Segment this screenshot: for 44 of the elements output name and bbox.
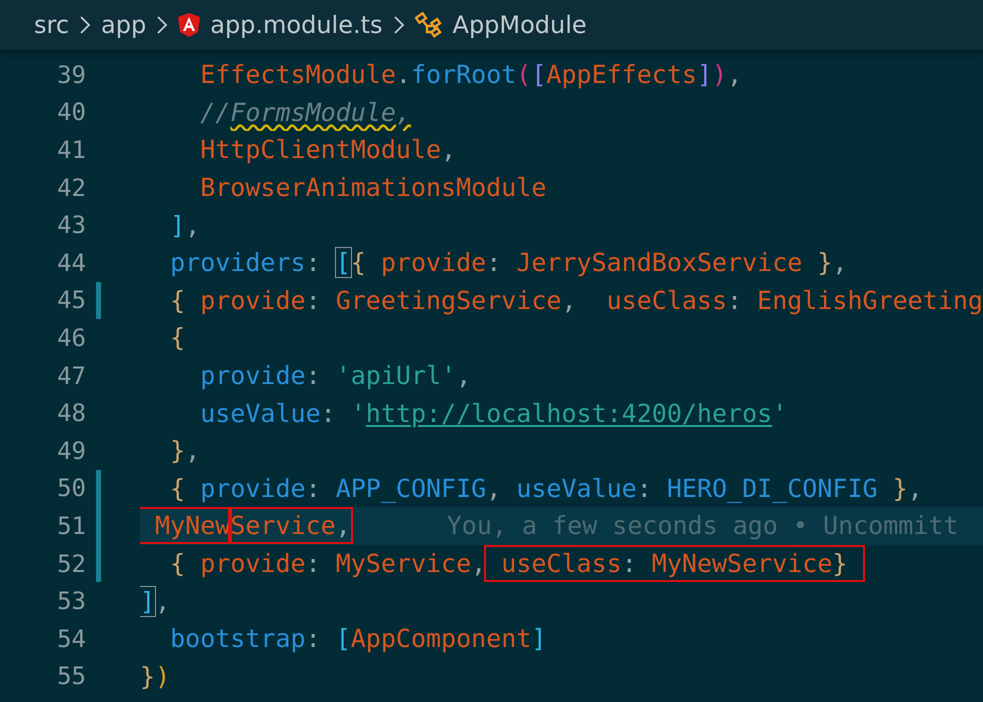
code-line: { provide: APP_CONFIG, useValue: HERO_DI_CONFIG }, (169, 474, 923, 503)
code-line: HttpClientModule, (199, 135, 456, 164)
code-line: EffectsModule.forRoot([AppEffects]), (199, 60, 742, 90)
code-line: provide: 'apiUrl', (199, 361, 472, 390)
code-line: { (169, 323, 186, 352)
code-line: { provide: GreetingService, useClass: EnglishGreeting (169, 286, 983, 315)
line-number: 48 (56, 399, 86, 428)
code-line: ], (140, 586, 170, 616)
line-number: 47 (56, 362, 86, 390)
line-number: 44 (56, 248, 86, 277)
line-number: 46 (56, 324, 86, 352)
line-number: 40 (56, 98, 86, 126)
line-number: 52 (56, 550, 86, 578)
code-line: ], (169, 210, 200, 240)
breadcrumb-item[interactable]: app.module.ts (210, 11, 383, 39)
line-number: 42 (56, 174, 86, 202)
chevron-icon (79, 14, 92, 36)
breadcrumb-item[interactable]: src (34, 11, 70, 39)
class-icon (414, 12, 443, 38)
code-line: useValue: 'http://localhost:4200/heros' (199, 398, 788, 428)
line-number: 49 (56, 436, 86, 465)
chevron-icon (156, 14, 168, 36)
line-number: 55 (56, 662, 86, 690)
code-line: }) (140, 662, 170, 691)
blame-annotation: You, a few seconds ago • Uncommitt (446, 511, 958, 540)
code-line: MyNewService, (140, 509, 351, 542)
line-number: 41 (56, 136, 86, 164)
line-number: 51 (56, 512, 86, 540)
line-number: 39 (56, 60, 86, 89)
chevron-icon (392, 14, 405, 36)
line-number: 45 (56, 286, 86, 314)
line-number: 54 (56, 624, 86, 653)
code-line: BrowserAnimationsModule (199, 173, 546, 202)
breadcrumb-item[interactable]: AppModule (452, 11, 587, 39)
code-line: { provide: MyService, useClass: MyNewService} (140, 547, 863, 580)
angular-icon (178, 13, 200, 37)
code-line: providers: [{ provide: JerrySandBoxService }, (169, 248, 848, 278)
breadcrumb-item[interactable]: app (101, 11, 146, 39)
line-number: 43 (56, 211, 86, 240)
code-line: }, (169, 436, 200, 466)
code-line: bootstrap: [AppComponent] (169, 624, 546, 654)
line-number: 53 (56, 587, 86, 616)
line-number: 50 (56, 474, 86, 502)
code-line: //FormsModule, (199, 98, 411, 127)
